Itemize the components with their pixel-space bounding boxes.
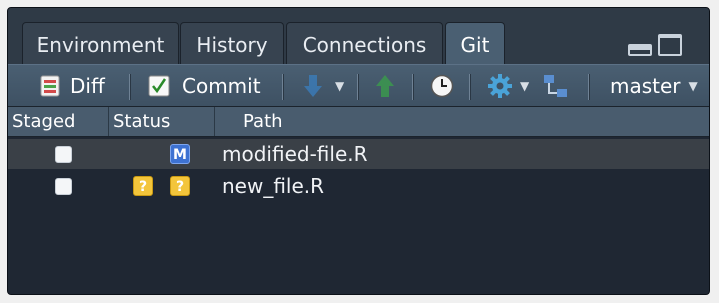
- pull-button[interactable]: [302, 65, 324, 107]
- toolbar-separator: [357, 74, 359, 100]
- tab-git-label: Git: [460, 33, 490, 57]
- pull-arrow-icon: [304, 75, 322, 97]
- pull-dropdown-chevron-icon[interactable]: ▼: [335, 65, 344, 107]
- tab-history[interactable]: History: [180, 22, 284, 64]
- maximize-pane-icon[interactable]: [658, 34, 682, 56]
- staged-header-label: Staged: [12, 111, 76, 132]
- diff-button[interactable]: Diff: [40, 65, 105, 107]
- tab-history-label: History: [196, 33, 268, 57]
- modified-status-badge: M: [170, 144, 190, 164]
- staged-checkbox[interactable]: [55, 146, 72, 163]
- toolbar-separator: [412, 74, 414, 100]
- file-path: modified-file.R: [222, 142, 368, 166]
- tab-connections[interactable]: Connections: [286, 22, 443, 64]
- new-branch-button[interactable]: [543, 65, 569, 107]
- branch-chevron-down-icon: ▼: [688, 79, 698, 93]
- path-header-label: Path: [243, 111, 283, 132]
- untracked-status-badge: ?: [133, 176, 153, 196]
- status-header-label: Status: [113, 111, 171, 132]
- branch-icon: [544, 75, 567, 97]
- staged-checkbox[interactable]: [55, 178, 72, 195]
- toolbar-separator: [282, 74, 284, 100]
- push-button[interactable]: [374, 65, 396, 107]
- push-arrow-icon: [376, 75, 394, 97]
- table-header: Staged Status Path: [8, 107, 709, 137]
- commit-label: Commit: [182, 74, 261, 98]
- column-header-staged[interactable]: Staged: [8, 107, 109, 136]
- file-path: new_file.R: [222, 174, 325, 198]
- toolbar-separator: [588, 74, 590, 100]
- tab-environment-label: Environment: [36, 33, 165, 57]
- pane-tab-bar: Environment History Connections Git: [8, 8, 709, 64]
- toolbar-separator: [129, 74, 131, 100]
- diff-label: Diff: [70, 74, 105, 98]
- git-toolbar: Diff Commit ▼ ▼ master ▼: [8, 64, 709, 107]
- commit-checkbox-icon: [148, 75, 170, 97]
- table-row[interactable]: ? ? new_file.R: [8, 171, 709, 201]
- branch-label: master: [610, 74, 681, 98]
- commit-button[interactable]: Commit: [148, 65, 261, 107]
- history-button[interactable]: [430, 65, 454, 107]
- more-gear-button[interactable]: [487, 65, 513, 107]
- git-pane: Environment History Connections Git Diff…: [7, 7, 710, 295]
- gear-icon: [488, 74, 512, 98]
- table-row[interactable]: M modified-file.R: [8, 139, 709, 169]
- toolbar-separator: [469, 74, 471, 100]
- column-header-path[interactable]: Path: [215, 107, 709, 136]
- gear-dropdown-chevron-icon[interactable]: ▼: [520, 65, 529, 107]
- minimize-pane-icon[interactable]: [628, 44, 652, 56]
- clock-icon: [430, 74, 454, 98]
- tab-environment[interactable]: Environment: [22, 22, 179, 64]
- untracked-status-badge: ?: [170, 176, 190, 196]
- branch-selector[interactable]: master ▼: [610, 65, 698, 107]
- tab-git[interactable]: Git: [445, 22, 505, 64]
- column-header-status[interactable]: Status: [109, 107, 215, 136]
- tab-connections-label: Connections: [302, 33, 427, 57]
- diff-icon: [40, 75, 60, 97]
